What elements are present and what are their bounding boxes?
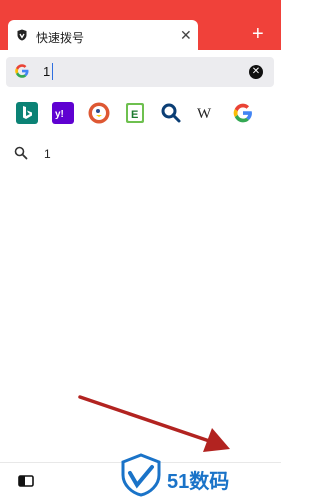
watermark-text: 51数码 (167, 471, 230, 493)
shield-logo-icon (121, 453, 161, 497)
watermark-logo: 51数码 (119, 451, 281, 500)
annotation-arrow (78, 395, 230, 452)
tab-switcher-icon[interactable] (18, 475, 34, 487)
